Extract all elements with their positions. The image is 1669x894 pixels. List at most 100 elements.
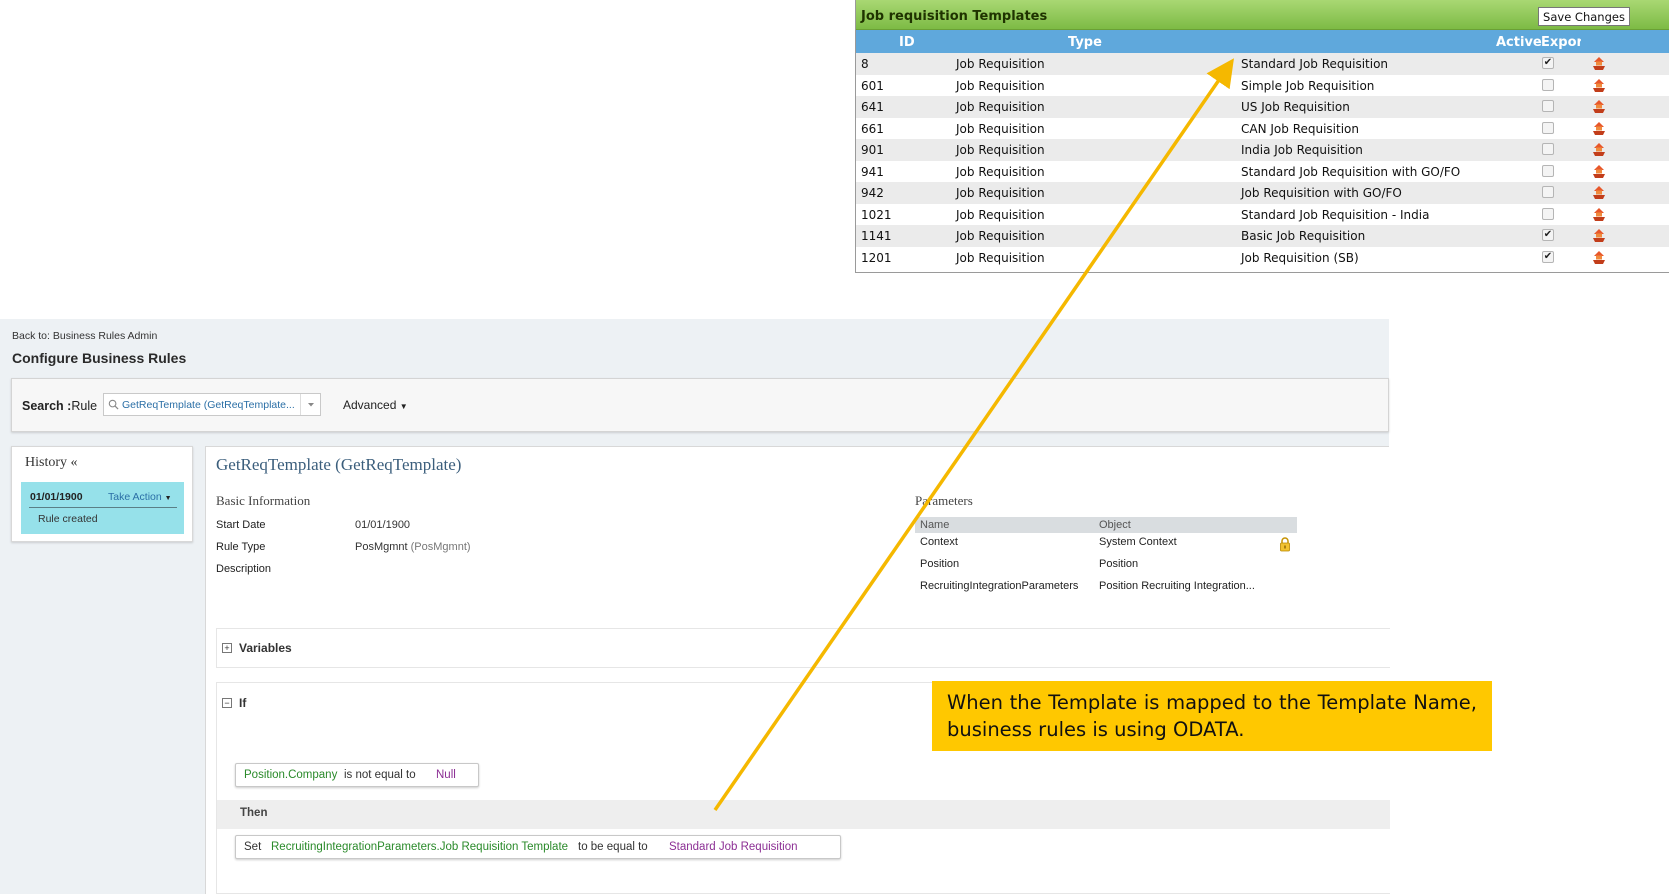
- column-type[interactable]: Type: [1068, 35, 1102, 50]
- parameter-object: System Context: [1099, 536, 1177, 548]
- template-row[interactable]: 661 Job Requisition CAN Job Requisition: [856, 118, 1669, 140]
- parameters-column-name: Name: [920, 519, 950, 531]
- templates-panel-title: Job requisition Templates: [861, 9, 1048, 24]
- template-type: Job Requisition: [956, 229, 1045, 243]
- chevron-down-icon: [308, 403, 314, 407]
- template-type: Job Requisition: [956, 250, 1045, 265]
- parameter-object: Position: [1099, 558, 1139, 570]
- template-name: Basic Job Requisition: [1241, 229, 1366, 243]
- template-row[interactable]: 1141 Job Requisition Basic Job Requisition…: [856, 225, 1669, 247]
- history-collapse-toggle[interactable]: History «: [25, 455, 78, 471]
- template-row[interactable]: 941 Job Requisition Standard Job Requisiti…: [856, 161, 1669, 183]
- action-value[interactable]: Standard Job Requisition: [669, 841, 798, 853]
- active-checkbox[interactable]: [1542, 100, 1554, 112]
- rule-search-input[interactable]: GetReqTemplate (GetReqTemplate...: [103, 393, 321, 416]
- search-icon: [108, 399, 119, 410]
- template-name: India Job Requisition: [1241, 143, 1363, 157]
- rule-title: GetReqTemplate (GetReqTemplate): [216, 455, 462, 474]
- template-name: Standard Job Requisition with GO/FO: [1241, 164, 1461, 179]
- template-type: Job Requisition: [956, 143, 1045, 157]
- template-name: Job Requisition (SB): [1241, 250, 1359, 265]
- template-row[interactable]: 1201 Job Requisition Job Requisition (SB) ✔: [856, 247, 1669, 269]
- save-changes-button[interactable]: Save Changes: [1538, 7, 1630, 26]
- action-operator[interactable]: to be equal to: [578, 841, 648, 853]
- annotation-callout: When the Template is mapped to the Templ…: [932, 681, 1492, 751]
- export-icon[interactable]: [1591, 250, 1607, 265]
- take-action-menu[interactable]: Take Action ▼: [108, 491, 172, 503]
- if-condition[interactable]: Position.Company is not equal to Null: [235, 763, 479, 787]
- column-export[interactable]: Export: [1541, 35, 1581, 50]
- template-id: 601: [861, 78, 884, 93]
- active-checkbox[interactable]: [1542, 143, 1554, 155]
- expand-variables-icon[interactable]: +: [222, 643, 232, 653]
- template-row[interactable]: 601 Job Requisition Simple Job Requisition: [856, 75, 1669, 97]
- template-row[interactable]: 901 Job Requisition India Job Requisition: [856, 139, 1669, 161]
- variables-label: Variables: [239, 641, 292, 655]
- active-checkbox[interactable]: ✔: [1542, 250, 1554, 263]
- then-action[interactable]: Set RecruitingIntegrationParameters.Job …: [235, 835, 841, 859]
- active-checkbox[interactable]: ✔: [1542, 229, 1554, 241]
- active-checkbox[interactable]: [1542, 186, 1554, 198]
- parameter-object: Position Recruiting Integration...: [1099, 580, 1255, 592]
- template-type: Job Requisition: [956, 186, 1045, 200]
- export-icon[interactable]: [1591, 164, 1607, 179]
- template-id: 901: [861, 143, 884, 157]
- template-id: 1141: [861, 229, 892, 243]
- condition-operator[interactable]: is not equal to: [344, 769, 416, 781]
- then-label: Then: [240, 807, 268, 819]
- template-row[interactable]: 641 Job Requisition US Job Requisition: [856, 96, 1669, 118]
- search-bar: Search :Rule GetReqTemplate (GetReqTempl…: [11, 378, 1389, 432]
- template-name: Standard Job Requisition - India: [1241, 207, 1430, 222]
- parameters-table-header: Name Object: [915, 517, 1297, 533]
- back-to-business-rules-admin-link[interactable]: Back to: Business Rules Admin: [12, 330, 157, 342]
- export-icon[interactable]: [1591, 207, 1607, 222]
- template-type: Job Requisition: [956, 100, 1045, 114]
- template-type: Job Requisition: [956, 121, 1045, 136]
- export-icon[interactable]: [1591, 142, 1607, 157]
- search-label: Search :Rule: [22, 399, 98, 413]
- start-date-value: 01/01/1900: [355, 519, 411, 531]
- export-icon[interactable]: [1591, 78, 1607, 93]
- template-name: CAN Job Requisition: [1241, 121, 1360, 136]
- export-icon[interactable]: [1591, 121, 1607, 136]
- advanced-menu[interactable]: Advanced ▼: [343, 398, 408, 412]
- variables-section: + Variables: [216, 628, 1390, 668]
- condition-value[interactable]: Null: [436, 769, 456, 781]
- active-checkbox[interactable]: [1542, 78, 1554, 91]
- template-row[interactable]: 8 Job Requisition Standard Job Requisition…: [856, 53, 1669, 75]
- history-entry-date: 01/01/1900: [30, 491, 83, 503]
- page-title: Configure Business Rules: [12, 350, 187, 366]
- start-date-label: Start Date: [216, 519, 266, 531]
- search-value: GetReqTemplate (GetReqTemplate...: [122, 399, 295, 411]
- condition-field[interactable]: Position.Company: [244, 769, 337, 781]
- export-icon[interactable]: [1591, 228, 1607, 243]
- active-checkbox[interactable]: ✔: [1542, 57, 1554, 69]
- template-id: 8: [861, 57, 869, 71]
- export-icon[interactable]: [1591, 185, 1607, 200]
- templates-column-header: ID Type Active Export: [856, 30, 1669, 53]
- template-id: 1021: [861, 207, 892, 222]
- template-id: 641: [861, 100, 884, 114]
- action-target[interactable]: RecruitingIntegrationParameters.Job Requ…: [271, 841, 568, 853]
- active-checkbox[interactable]: [1542, 121, 1554, 134]
- active-checkbox[interactable]: [1542, 164, 1554, 177]
- configure-business-rules-page: Back to: Business Rules Admin Configure …: [0, 319, 1390, 894]
- parameters-heading: Parameters: [915, 493, 973, 508]
- column-active[interactable]: Active: [1496, 35, 1542, 50]
- history-entry[interactable]: 01/01/1900 Take Action ▼ Rule created: [21, 482, 184, 534]
- caret-down-icon: ▼: [399, 402, 408, 411]
- parameter-name: Position: [920, 558, 960, 570]
- action-verb: Set: [244, 841, 262, 853]
- template-row[interactable]: 942 Job Requisition Job Requisition with G…: [856, 182, 1669, 204]
- search-dropdown-button[interactable]: [300, 394, 320, 415]
- template-id: 941: [861, 164, 884, 179]
- export-icon[interactable]: [1591, 99, 1607, 114]
- history-entry-note: Rule created: [38, 513, 98, 525]
- export-icon[interactable]: [1591, 56, 1607, 71]
- template-type: Job Requisition: [956, 207, 1045, 222]
- column-id[interactable]: ID: [899, 35, 915, 50]
- collapse-if-icon[interactable]: −: [222, 698, 232, 708]
- lock-icon: [1280, 537, 1290, 552]
- active-checkbox[interactable]: [1542, 207, 1554, 220]
- template-row[interactable]: 1021 Job Requisition Standard Job Requisit…: [856, 204, 1669, 226]
